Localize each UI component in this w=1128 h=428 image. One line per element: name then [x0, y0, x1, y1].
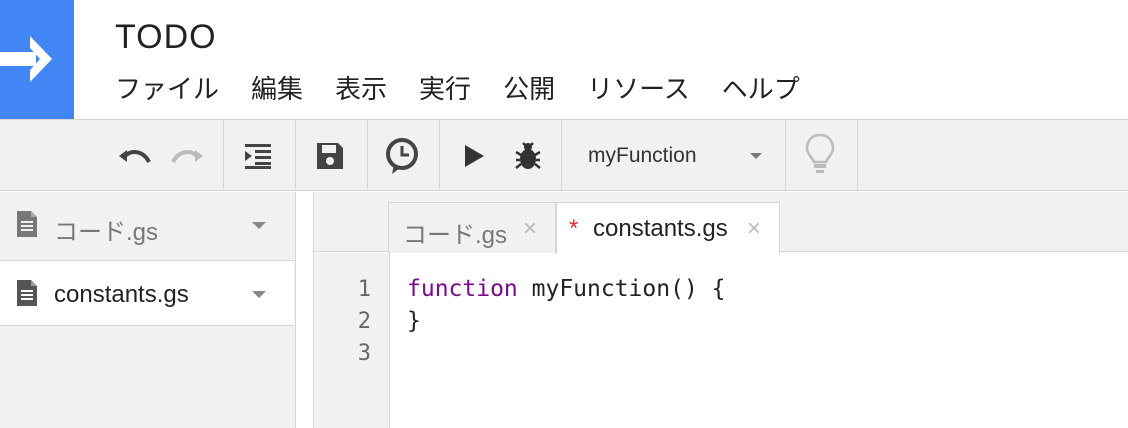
undo-button[interactable] [116, 138, 152, 174]
file-name: コード.gs [54, 219, 159, 246]
save-icon [317, 143, 343, 169]
redo-button[interactable] [170, 138, 206, 174]
save-group [296, 120, 368, 191]
menu-edit[interactable]: 編集 [251, 72, 303, 108]
undo-icon [119, 150, 151, 164]
indent-button[interactable] [240, 138, 276, 174]
menu-file[interactable]: ファイル [115, 72, 219, 108]
menu-view[interactable]: 表示 [335, 72, 387, 108]
line-number: 3 [357, 341, 371, 366]
tab-code-gs[interactable]: コード.gs × [388, 202, 556, 253]
undo-redo-group [0, 120, 224, 191]
editor-area: コード.gs × * constants.gs × 1 2 3 function… [296, 192, 1128, 428]
menu-publish[interactable]: 公開 [503, 72, 555, 108]
indent-group [224, 120, 296, 191]
file-item-constants-gs[interactable]: constants.gs [0, 260, 294, 326]
menu-resources[interactable]: リソース [587, 72, 690, 108]
triggers-button[interactable] [384, 138, 420, 174]
code-line: } [407, 305, 726, 337]
chevron-down-icon [750, 153, 762, 159]
tab-label: constants.gs [593, 215, 728, 242]
document-icon [17, 211, 37, 237]
hint-button[interactable] [802, 132, 838, 176]
code-editor[interactable]: function myFunction() { } [407, 273, 726, 369]
debug-button[interactable] [510, 138, 546, 174]
debug-icon [515, 142, 541, 169]
hint-group [786, 120, 858, 191]
line-number: 1 [357, 277, 371, 302]
menu-bar: ファイル 編集 表示 実行 公開 リソース ヘルプ [115, 72, 832, 108]
tab-constants-gs[interactable]: * constants.gs × [556, 202, 780, 254]
document-icon [17, 280, 37, 306]
code-text: myFunction() { [517, 276, 726, 302]
code-text: } [407, 308, 421, 334]
menu-help[interactable]: ヘルプ [722, 72, 800, 108]
editor-tab-bar: コード.gs × * constants.gs × [314, 192, 1128, 254]
toolbar: myFunction [0, 119, 1128, 191]
indent-icon [245, 144, 271, 169]
file-item-code-gs[interactable]: コード.gs [0, 192, 294, 258]
file-name: constants.gs [54, 281, 189, 308]
splitter[interactable] [296, 192, 314, 428]
line-number: 2 [357, 309, 371, 334]
function-select[interactable]: myFunction [562, 120, 786, 191]
close-icon[interactable]: × [523, 215, 537, 243]
code-line: function myFunction() { [407, 273, 726, 305]
tab-label: コード.gs [403, 222, 508, 249]
line-number-gutter: 1 2 3 [314, 253, 390, 428]
chevron-down-icon[interactable] [252, 222, 266, 229]
header: TODO ファイル 編集 表示 実行 公開 リソース ヘルプ [0, 0, 1128, 119]
redo-icon [171, 150, 203, 164]
modified-indicator: * [569, 215, 579, 242]
lightbulb-icon [805, 133, 835, 173]
timer-trigger-icon [386, 138, 418, 174]
run-debug-group [440, 120, 562, 191]
trigger-group [368, 120, 440, 191]
function-select-label: myFunction [588, 144, 697, 167]
menu-run[interactable]: 実行 [419, 72, 471, 108]
run-button[interactable] [456, 138, 492, 174]
project-title[interactable]: TODO [115, 18, 217, 57]
save-button[interactable] [312, 138, 348, 174]
chevron-down-icon[interactable] [252, 291, 266, 298]
run-icon [465, 145, 484, 167]
code-keyword: function [407, 276, 518, 302]
arrow-right-icon [0, 36, 52, 82]
app-logo[interactable] [0, 0, 74, 119]
close-icon[interactable]: × [747, 215, 761, 243]
file-sidebar: コード.gs constants.gs [0, 192, 296, 428]
